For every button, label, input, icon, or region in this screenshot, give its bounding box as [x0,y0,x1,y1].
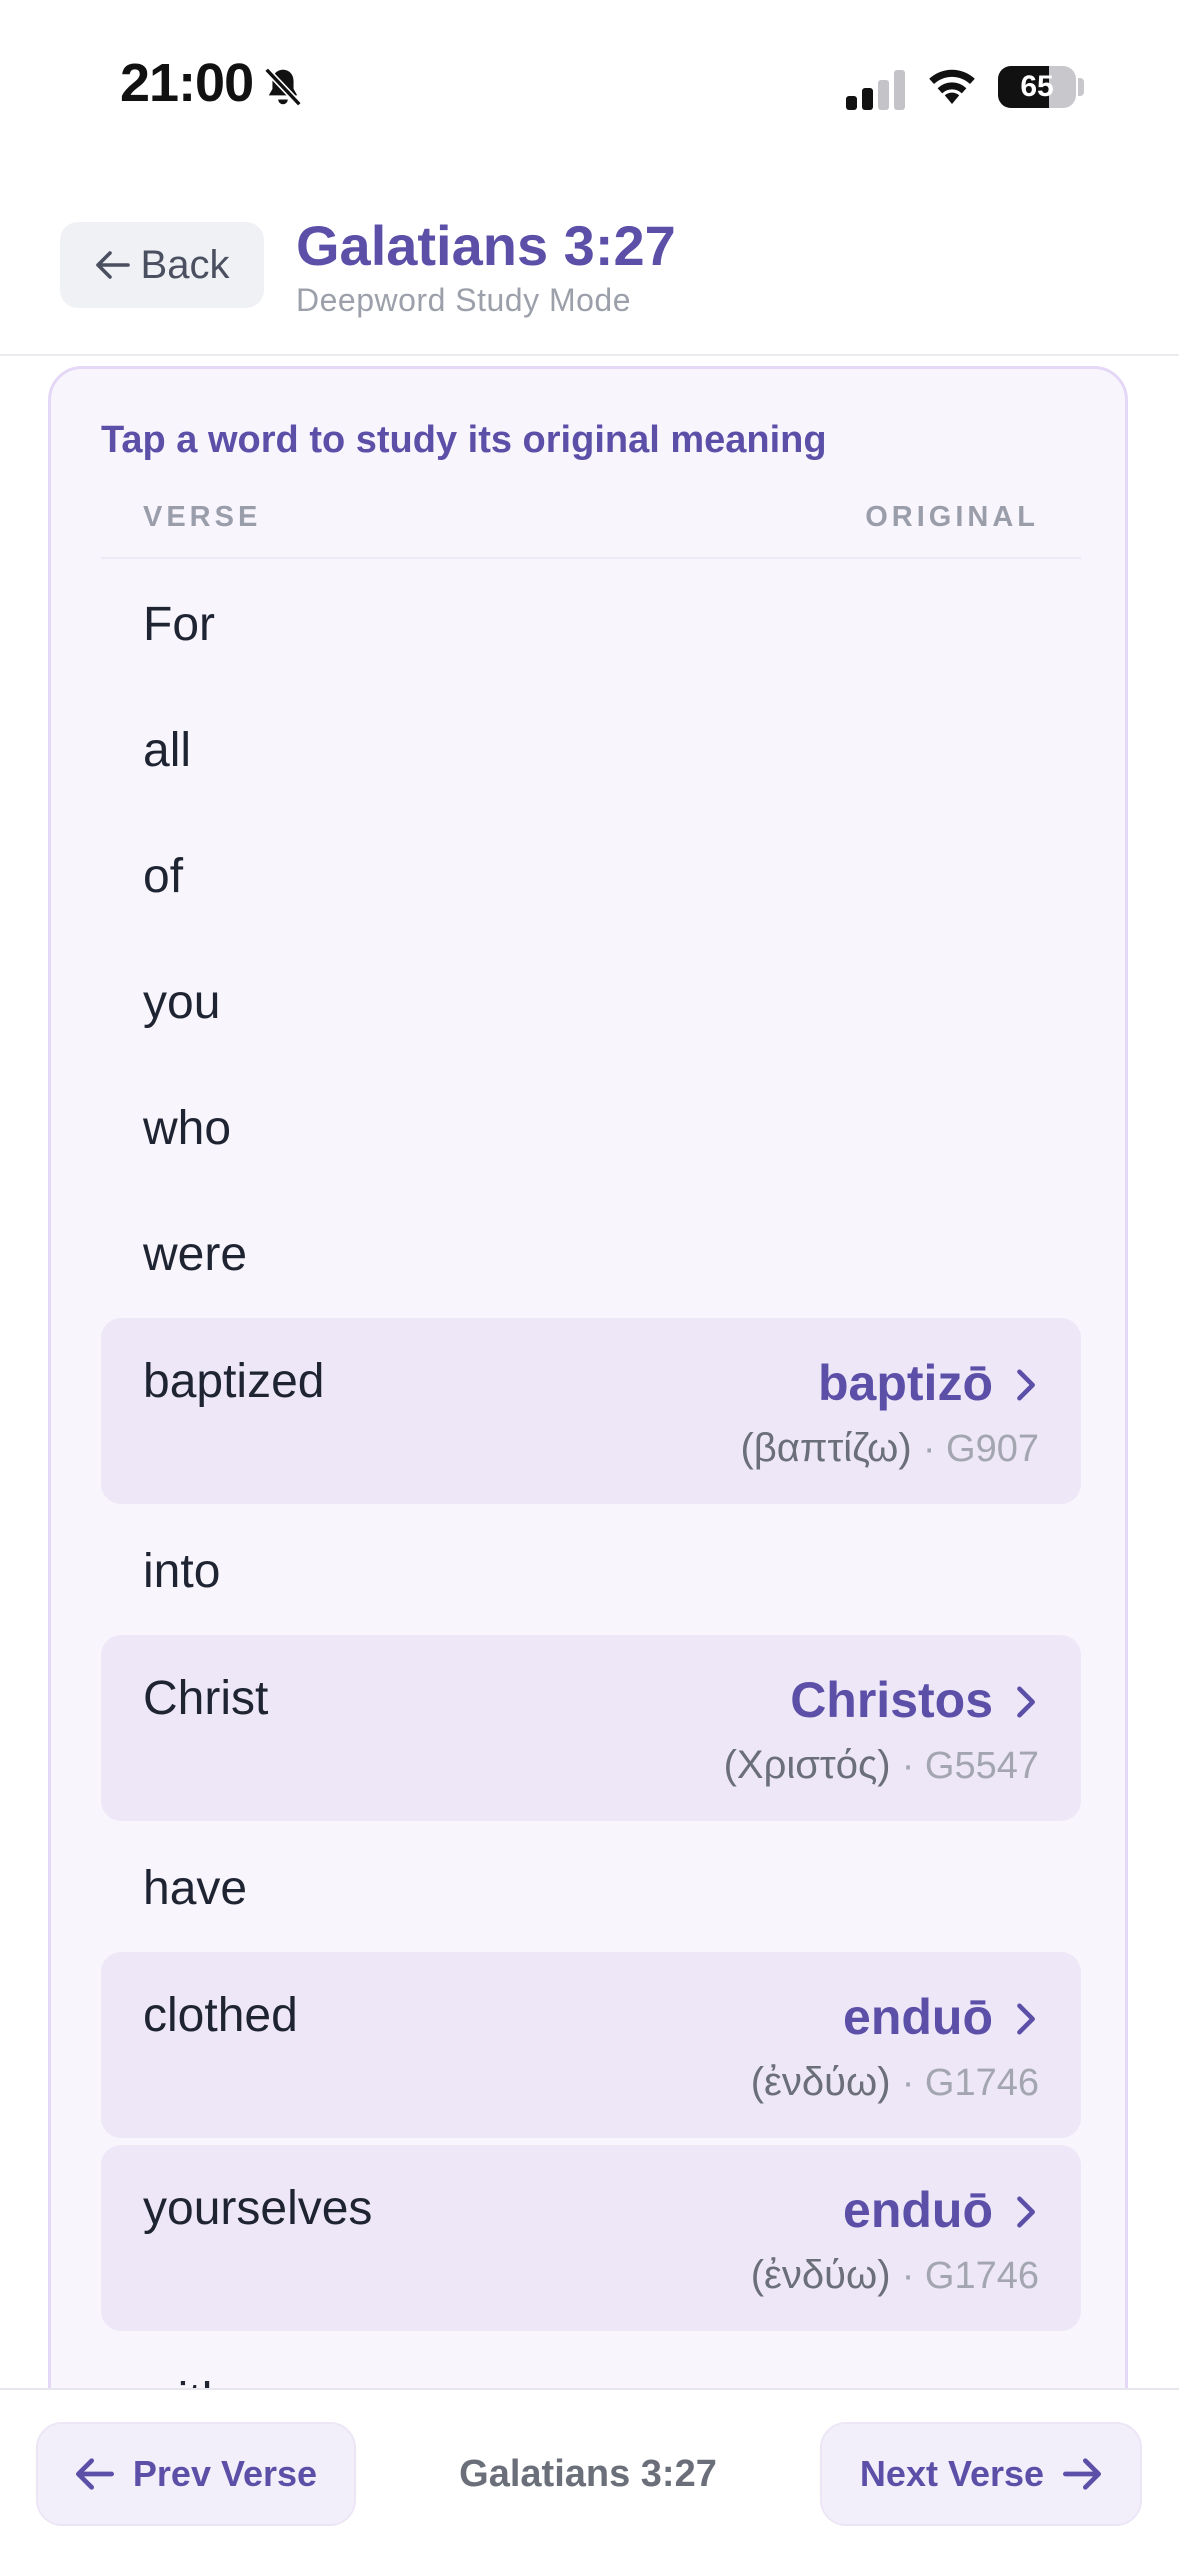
signal-icon [846,70,905,110]
verse-word: were [143,1228,248,1281]
word-row-linked-christ[interactable]: Christ Christos (Χριστός) · G5547 [101,1635,1081,1821]
next-verse-button[interactable]: Next Verse [820,2422,1142,2526]
wifi-icon [929,69,975,104]
title-block: Galatians 3:27 Deepword Study Mode [296,214,676,319]
original-greek: (Χριστός) [723,1743,891,1787]
arrow-right-icon [1063,2458,1102,2490]
page-title: Galatians 3:27 [296,214,676,277]
card-instruction: Tap a word to study its original meaning [101,419,827,461]
word-row: For [101,557,1081,683]
screen: 21:00 65 Back Galatians 3:27 Deepword St… [0,0,1179,2556]
chevron-right-icon [1017,2196,1035,2228]
chevron-right-icon [1017,2003,1035,2035]
status-time: 21:00 [120,53,254,113]
original-greek: (ἐνδύω) [750,2253,891,2297]
word-row: who [101,1061,1081,1187]
verse-word: Christ [143,1672,269,1725]
arrow-left-icon [95,251,130,279]
header: Back Galatians 3:27 Deepword Study Mode [0,170,1179,356]
word-row: of [101,809,1081,935]
verse-word: have [143,1862,248,1915]
original-greek: (ἐνδύω) [750,2060,891,2104]
word-row: you [101,935,1081,1061]
next-verse-label: Next Verse [859,2453,1045,2494]
arrow-left-icon [75,2458,114,2490]
verse-word: you [143,976,221,1029]
word-row: were [101,1187,1081,1313]
verse-word: of [143,850,184,903]
battery-cap [1078,78,1084,96]
strongs-number: G1746 [924,2062,1039,2104]
verse-word: into [143,1545,221,1598]
original-word-line: (βαπτίζω) · G907 [740,1426,1039,1470]
word-row-linked-yourselves[interactable]: yourselves enduō (ἐνδύω) · G1746 [101,2145,1081,2331]
bottom-nav-bar: Prev Verse Galatians 3:27 Next Verse [0,2388,1179,2556]
prev-verse-label: Prev Verse [132,2453,318,2494]
column-header-original: ORIGINAL [865,501,1039,533]
verse-word: yourselves [143,2182,373,2235]
verse-word: For [143,598,215,651]
transliteration: enduō [843,2182,993,2238]
word-row-linked-clothed[interactable]: clothed enduō (ἐνδύω) · G1746 [101,1952,1081,2138]
verse-word: clothed [143,1989,298,2042]
chevron-right-icon [1017,1686,1035,1718]
strongs-number: G5547 [924,1745,1039,1787]
page-subtitle: Deepword Study Mode [296,282,632,318]
verse-card: Tap a word to study its original meaning… [48,366,1128,2556]
verse-word: all [143,724,192,777]
battery-indicator: 65 [998,66,1076,108]
strongs-number: G907 [946,1428,1039,1470]
verse-word: who [143,1102,232,1155]
chevron-right-icon [1017,1369,1035,1401]
current-reference: Galatians 3:27 [459,2453,717,2495]
column-headers: VERSE ORIGINAL [101,501,1081,559]
original-word-line: (Χριστός) · G5547 [723,1743,1039,1787]
original-word-line: (ἐνδύω) · G1746 [750,2253,1039,2297]
original-word-line: (ἐνδύω) · G1746 [750,2060,1039,2104]
back-label: Back [140,242,230,287]
bell-off-icon [264,67,302,107]
verse-word: baptized [143,1355,325,1408]
status-bar: 21:00 65 [0,0,1179,170]
transliteration: baptizō [818,1355,993,1411]
prev-verse-button[interactable]: Prev Verse [36,2422,356,2526]
word-row-linked-baptized[interactable]: baptized baptizō (βαπτίζω) · G907 [101,1318,1081,1504]
word-row: into [101,1504,1081,1630]
strongs-number: G1746 [924,2255,1039,2297]
battery-percent: 65 [1020,70,1054,103]
original-greek: (βαπτίζω) [740,1426,912,1470]
transliteration: Christos [790,1672,993,1728]
word-row: all [101,683,1081,809]
back-button[interactable]: Back [60,222,264,308]
column-header-verse: VERSE [143,501,262,533]
word-row: have [101,1821,1081,1947]
transliteration: enduō [843,1989,993,2045]
